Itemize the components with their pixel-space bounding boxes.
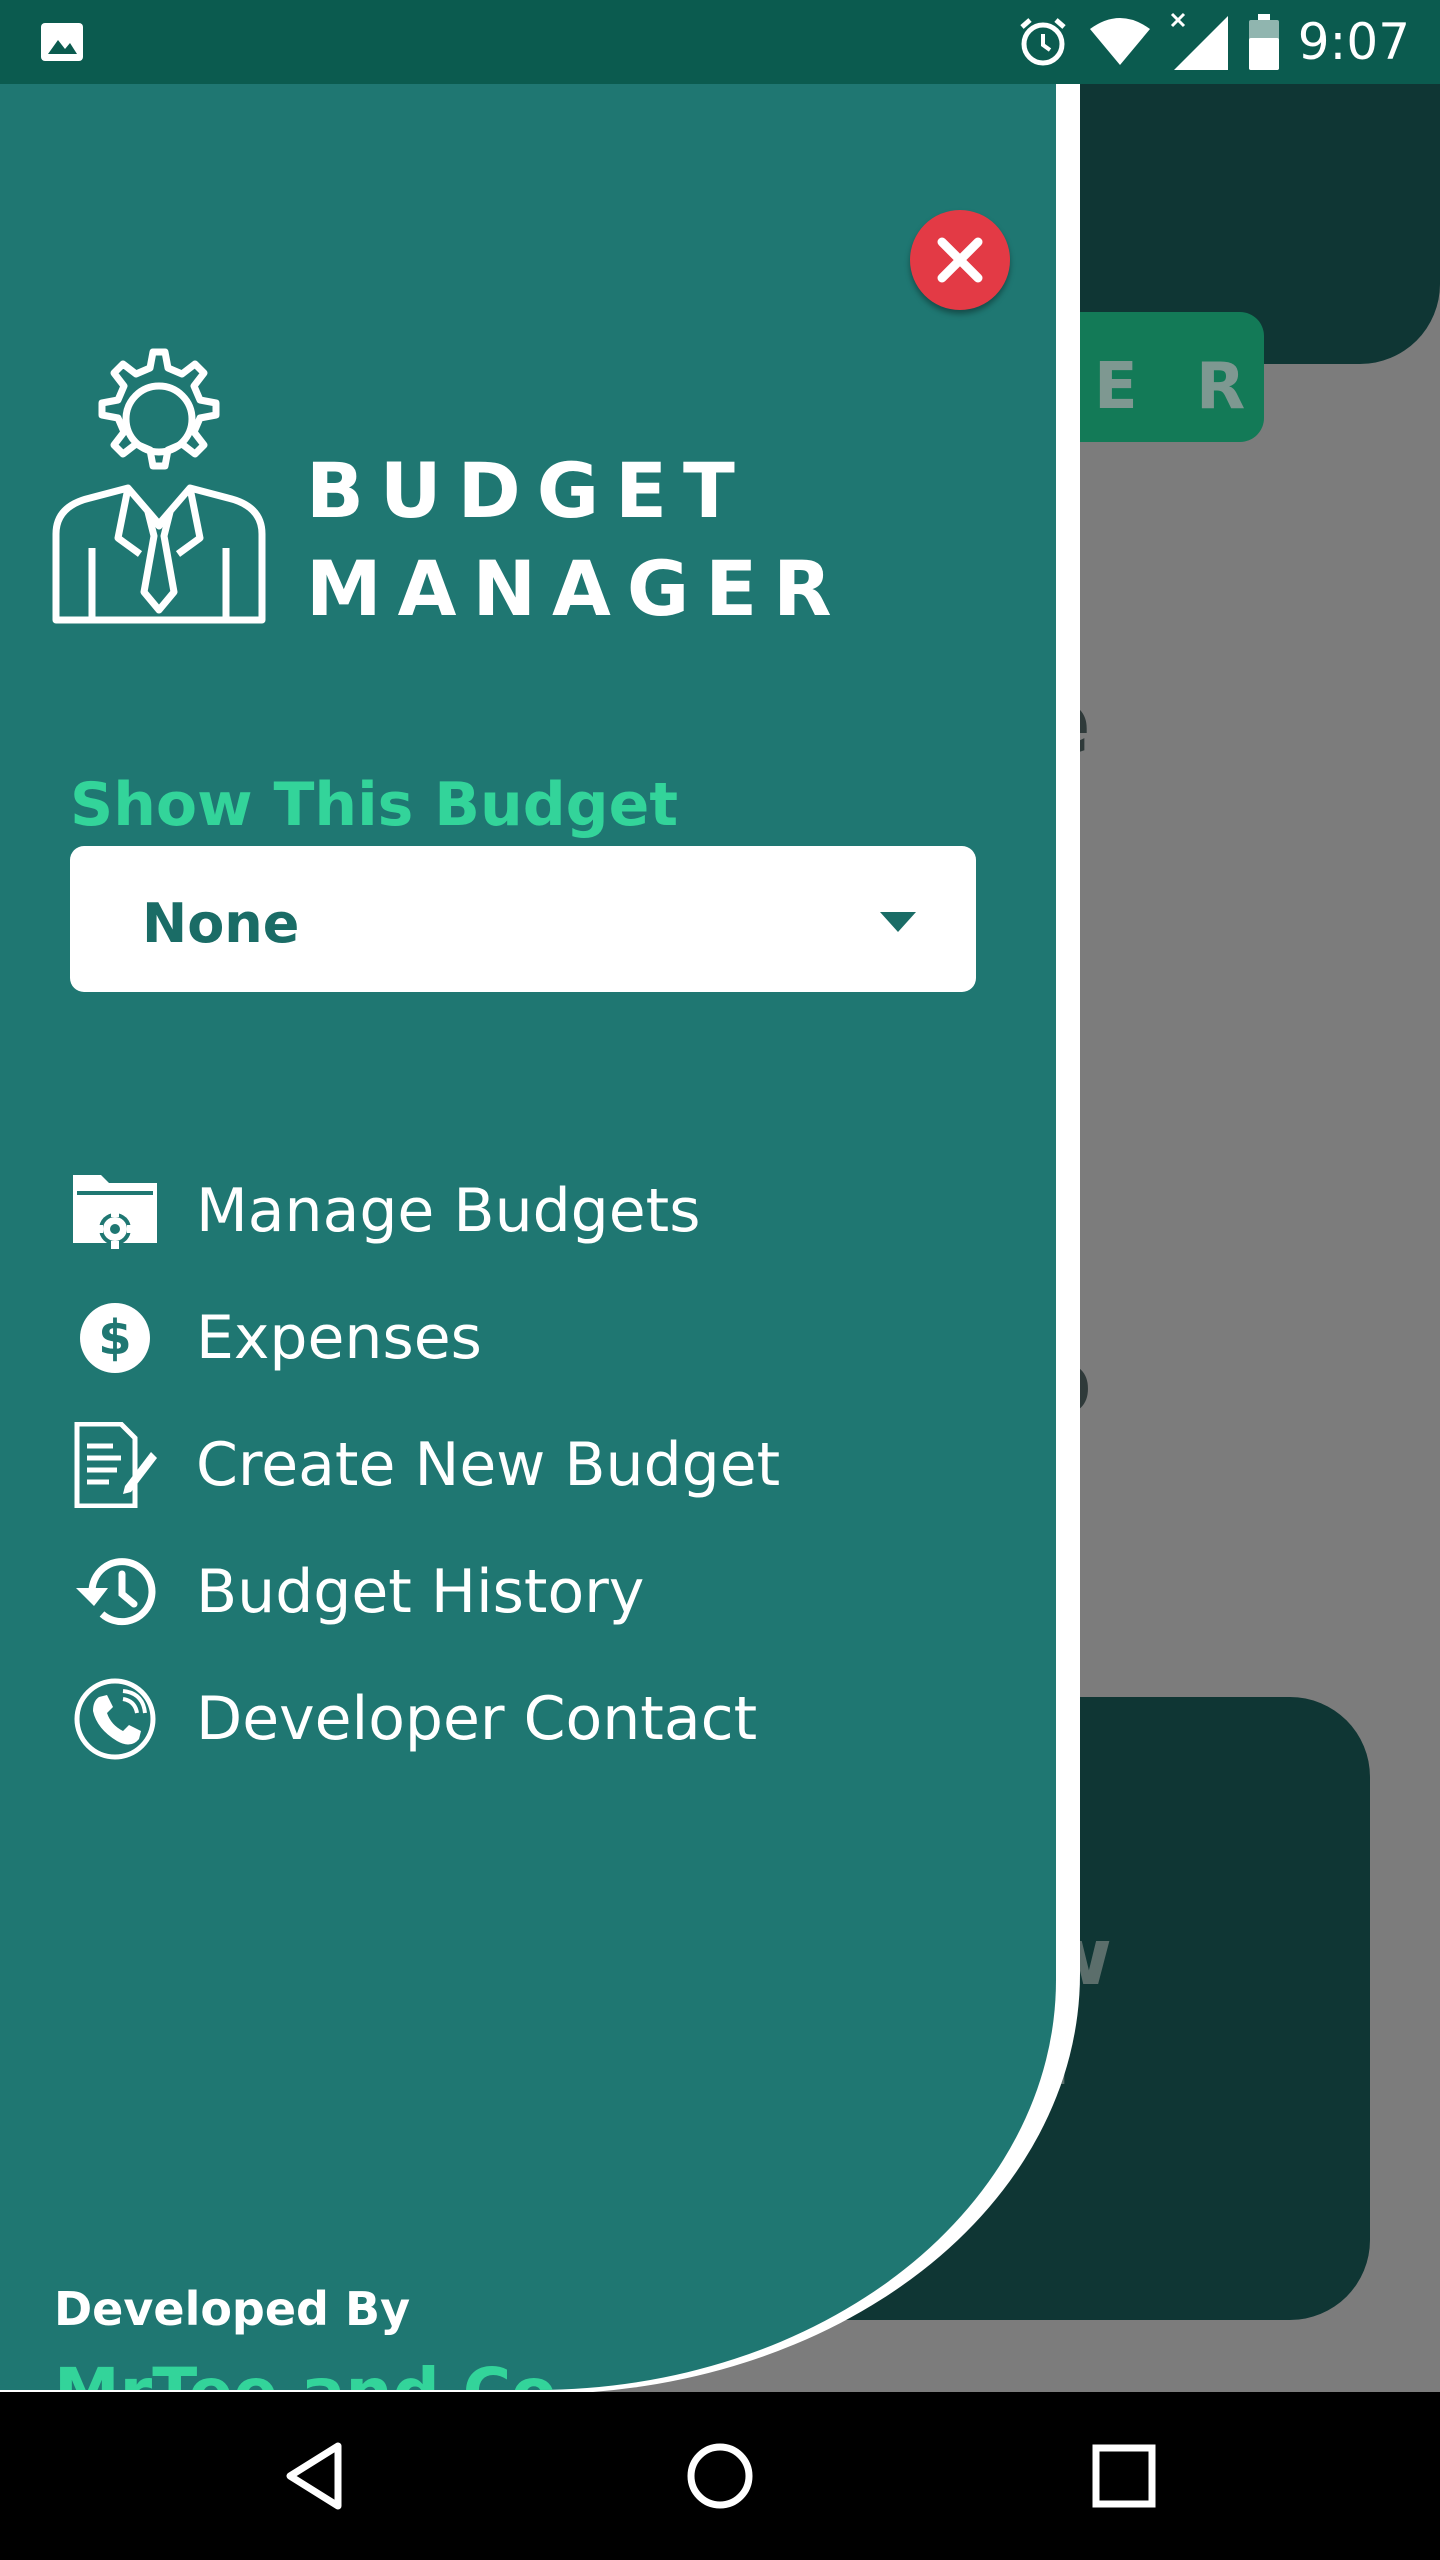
alarm-icon [1020,18,1066,66]
developed-by-label: Developed By [54,2282,411,2336]
navigation-drawer: BUDGET MANAGER Show This Budget None Man… [0,84,1056,2390]
menu-item-label: Expenses [196,1302,482,1373]
developer-name: MrTee and Co. [54,2354,582,2390]
cell-signal-icon [1170,12,1228,70]
menu-item-label: Create New Budget [196,1429,781,1500]
status-icons: 9:07 [1016,10,1410,74]
budget-select-label: Show This Budget [70,770,678,840]
menu-item-manage-budgets[interactable]: Manage Budgets [70,1147,1030,1274]
document-edit-icon [74,1421,157,1508]
menu-item-developer-contact[interactable]: Developer Contact [70,1655,1030,1782]
battery-icon [1248,14,1279,70]
menu-item-label: Developer Contact [196,1683,758,1754]
menu-item-budget-history[interactable]: Budget History [70,1528,1030,1655]
app-brand: BUDGET MANAGER [306,442,848,638]
clock-time: 9:07 [1297,13,1410,71]
menu-item-label: Manage Budgets [196,1175,701,1246]
recents-icon[interactable] [1084,2436,1164,2516]
folder-settings-icon [73,1174,157,1249]
history-icon [76,1557,156,1625]
svg-text:$: $ [98,1310,131,1366]
close-drawer-button[interactable] [910,210,1010,310]
home-icon[interactable] [680,2436,760,2516]
manager-logo-icon [52,348,266,624]
menu-item-expenses[interactable]: $ Expenses [70,1274,1030,1401]
back-icon[interactable] [276,2436,356,2516]
status-bar: 9:07 [0,0,1440,84]
budget-select-value: None [142,892,300,955]
close-icon [937,237,983,283]
system-navigation-bar [0,2392,1440,2560]
brand-line-1: BUDGET [306,446,751,535]
gallery-notification-icon [41,23,83,61]
dropdown-arrow-icon [880,912,916,932]
dollar-coin-icon: $ [80,1302,150,1373]
phone-icon [74,1678,156,1759]
wifi-icon [1089,18,1150,65]
brand-line-2: MANAGER [306,544,848,633]
menu-item-create-new-budget[interactable]: Create New Budget [70,1401,1030,1528]
menu-item-label: Budget History [196,1556,645,1627]
drawer-menu: Manage Budgets $ Expenses Create New Bud… [70,1147,1030,1782]
budget-select-dropdown[interactable]: None [70,846,976,992]
